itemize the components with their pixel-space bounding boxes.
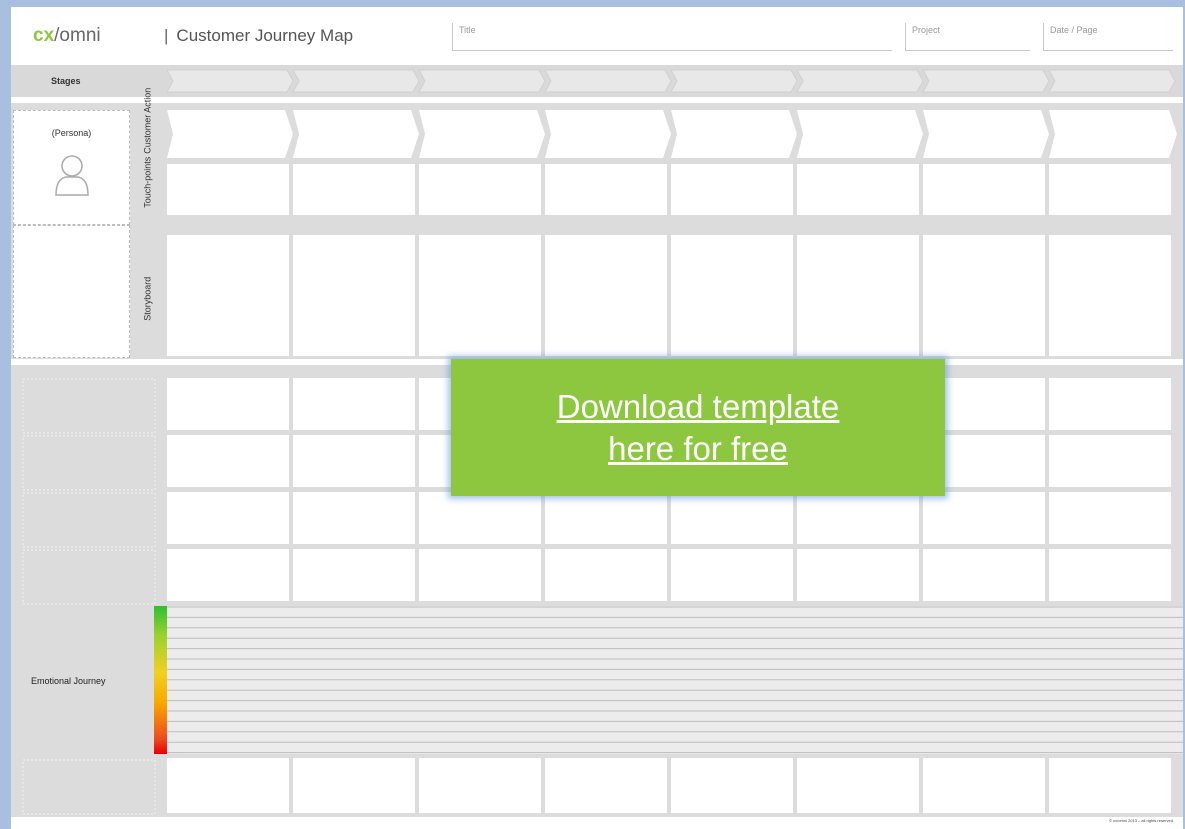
detail-cell — [1049, 549, 1171, 601]
detail-cell — [293, 435, 415, 487]
touchpoint-cell — [923, 164, 1045, 215]
touchpoint-cell — [545, 164, 667, 215]
detail-cell — [671, 492, 793, 544]
bottom-cell — [419, 758, 541, 813]
row-separator — [167, 221, 1183, 227]
touchpoint-cell — [167, 164, 289, 215]
detail-cell — [797, 549, 919, 601]
bottom-cell — [545, 758, 667, 813]
detail-cell — [293, 378, 415, 430]
detail-cell — [1049, 435, 1171, 487]
storyboard-cell — [797, 235, 919, 356]
storyboard-cell — [671, 235, 793, 356]
detail-cell — [545, 549, 667, 601]
storyboard-cell — [419, 235, 541, 356]
touchpoint-cell — [1049, 164, 1171, 215]
customer-action-cell — [167, 110, 293, 158]
emotional-journey-label: Emotional Journey — [31, 676, 106, 686]
row-label-box — [22, 435, 156, 491]
detail-cell — [671, 549, 793, 601]
detail-cell — [797, 492, 919, 544]
detail-cell — [167, 549, 289, 601]
bottom-cell — [1049, 758, 1171, 813]
detail-cell — [545, 492, 667, 544]
detail-cell — [167, 492, 289, 544]
detail-cell — [167, 378, 289, 430]
bottom-cell — [923, 758, 1045, 813]
bottom-cell — [797, 758, 919, 813]
customer-action-cell — [923, 110, 1049, 158]
touchpoint-cell — [797, 164, 919, 215]
touchpoint-cell — [671, 164, 793, 215]
detail-cell — [293, 492, 415, 544]
storyboard-cell — [167, 235, 289, 356]
detail-cell — [167, 435, 289, 487]
touchpoint-cell — [293, 164, 415, 215]
footer-copyright: © cx/omni 2013 – all rights reserved — [1109, 818, 1173, 823]
detail-cell — [1049, 378, 1171, 430]
customer-action-cell — [419, 110, 545, 158]
customer-action-cell — [671, 110, 797, 158]
bottom-cell — [671, 758, 793, 813]
emotion-gradient-scale — [154, 606, 167, 754]
detail-cell — [419, 492, 541, 544]
detail-cell — [923, 492, 1045, 544]
download-template-button[interactable]: Download template here for free — [451, 359, 945, 496]
storyboard-cell — [1049, 235, 1171, 356]
customer-action-cell — [1049, 110, 1177, 158]
footer-strip — [11, 817, 1183, 829]
customer-action-cell — [797, 110, 923, 158]
customer-action-cell — [545, 110, 671, 158]
row-label-box — [22, 492, 156, 548]
touchpoint-cell — [419, 164, 541, 215]
row-label-box — [22, 378, 156, 434]
detail-cell — [923, 549, 1045, 601]
detail-cell — [419, 549, 541, 601]
cta-line-2: here for free — [608, 429, 788, 467]
detail-cell — [293, 549, 415, 601]
row-label-box — [22, 549, 156, 605]
cta-line-1: Download template — [556, 388, 840, 426]
bottom-cell — [293, 758, 415, 813]
bottom-cell — [167, 758, 289, 813]
storyboard-cell — [545, 235, 667, 356]
bottom-label-box — [22, 759, 156, 815]
journey-map-sheet: cx/omni | Customer Journey Map Title Proj… — [11, 7, 1183, 829]
customer-action-cell — [293, 110, 419, 158]
detail-cell — [1049, 492, 1171, 544]
storyboard-cell — [923, 235, 1045, 356]
storyboard-cell — [293, 235, 415, 356]
